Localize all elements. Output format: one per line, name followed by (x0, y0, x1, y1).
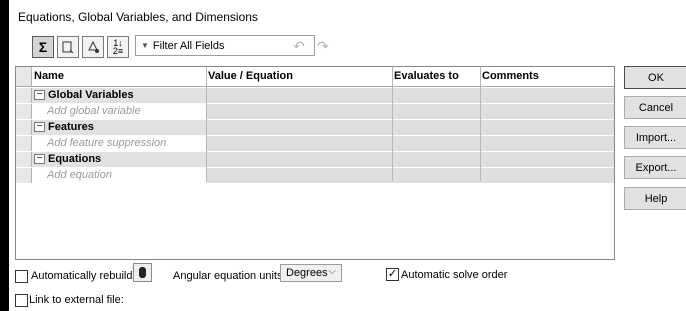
column-divider (480, 67, 481, 181)
export-button[interactable]: Export... (624, 156, 686, 179)
add-row-equation[interactable]: Add equation (16, 168, 614, 183)
equations-grid: Name Value / Equation Evaluates to Comme… (15, 66, 615, 260)
lock-button[interactable] (133, 263, 152, 282)
check-icon: ✓ (387, 268, 398, 280)
sketch-equation-view-button[interactable] (57, 36, 79, 58)
column-divider (206, 67, 207, 181)
group-row-global-variables[interactable]: − Global Variables (16, 88, 614, 103)
column-header-evaluates[interactable]: Evaluates to (394, 70, 459, 82)
column-header-value[interactable]: Value / Equation (208, 70, 293, 82)
grid-corner (16, 67, 32, 87)
dimension-view-icon (88, 40, 99, 53)
group-label: Global Variables (48, 89, 134, 101)
redo-icon[interactable]: ↷ (317, 38, 329, 55)
column-divider (392, 67, 393, 181)
lock-icon (139, 267, 146, 278)
window-edge (0, 0, 9, 311)
auto-solve-order-label: Automatic solve order (401, 269, 508, 281)
equations-dialog: Equations, Global Variables, and Dimensi… (0, 0, 686, 311)
add-row-global-variable[interactable]: Add global variable (16, 104, 614, 119)
filter-input[interactable]: ▼ Filter All Fields (135, 35, 315, 56)
add-label: Add equation (47, 169, 112, 181)
collapse-icon[interactable]: − (34, 154, 45, 164)
filter-placeholder: Filter All Fields (152, 39, 225, 52)
collapse-icon[interactable]: − (34, 90, 45, 100)
help-button[interactable]: Help (624, 187, 686, 210)
auto-rebuild-checkbox[interactable] (15, 270, 28, 283)
dimension-view-button[interactable] (82, 36, 104, 58)
group-row-equations[interactable]: − Equations (16, 152, 614, 167)
column-header-comments[interactable]: Comments (482, 70, 539, 82)
ordered-view-icon: 1↓ 2≡ (112, 38, 124, 56)
angular-units-label: Angular equation units: (173, 270, 286, 282)
chevron-down-icon: ⌵ (328, 266, 336, 277)
column-header-name[interactable]: Name (34, 70, 64, 82)
angular-units-select[interactable]: Degrees ⌵ (280, 264, 342, 282)
collapse-icon[interactable]: − (34, 122, 45, 132)
ok-button[interactable]: OK (624, 66, 686, 89)
add-row-feature-suppression[interactable]: Add feature suppression (16, 136, 614, 151)
add-label: Add feature suppression (47, 137, 167, 149)
sketch-equation-view-icon (62, 41, 74, 54)
add-label: Add global variable (47, 105, 141, 117)
funnel-icon: ▼ (141, 41, 149, 50)
dialog-title: Equations, Global Variables, and Dimensi… (18, 10, 258, 24)
group-row-features[interactable]: − Features (16, 120, 614, 135)
sigma-equation-view-button[interactable]: Σ (32, 36, 54, 58)
sigma-equation-view-icon: Σ (38, 39, 48, 55)
cancel-button[interactable]: Cancel (624, 96, 686, 119)
auto-rebuild-label: Automatically rebuild (31, 270, 133, 282)
undo-icon[interactable]: ↶ (293, 38, 305, 55)
auto-solve-order-checkbox[interactable]: ✓ (386, 268, 399, 281)
group-label: Equations (48, 153, 102, 165)
ordered-view-button[interactable]: 1↓ 2≡ (107, 36, 129, 58)
link-external-label: Link to external file: (29, 294, 124, 306)
grid-header: Name Value / Equation Evaluates to Comme… (32, 67, 614, 87)
link-external-checkbox[interactable] (15, 294, 28, 307)
group-label: Features (48, 121, 94, 133)
angular-units-value: Degrees (286, 267, 328, 279)
import-button[interactable]: Import... (624, 126, 686, 149)
